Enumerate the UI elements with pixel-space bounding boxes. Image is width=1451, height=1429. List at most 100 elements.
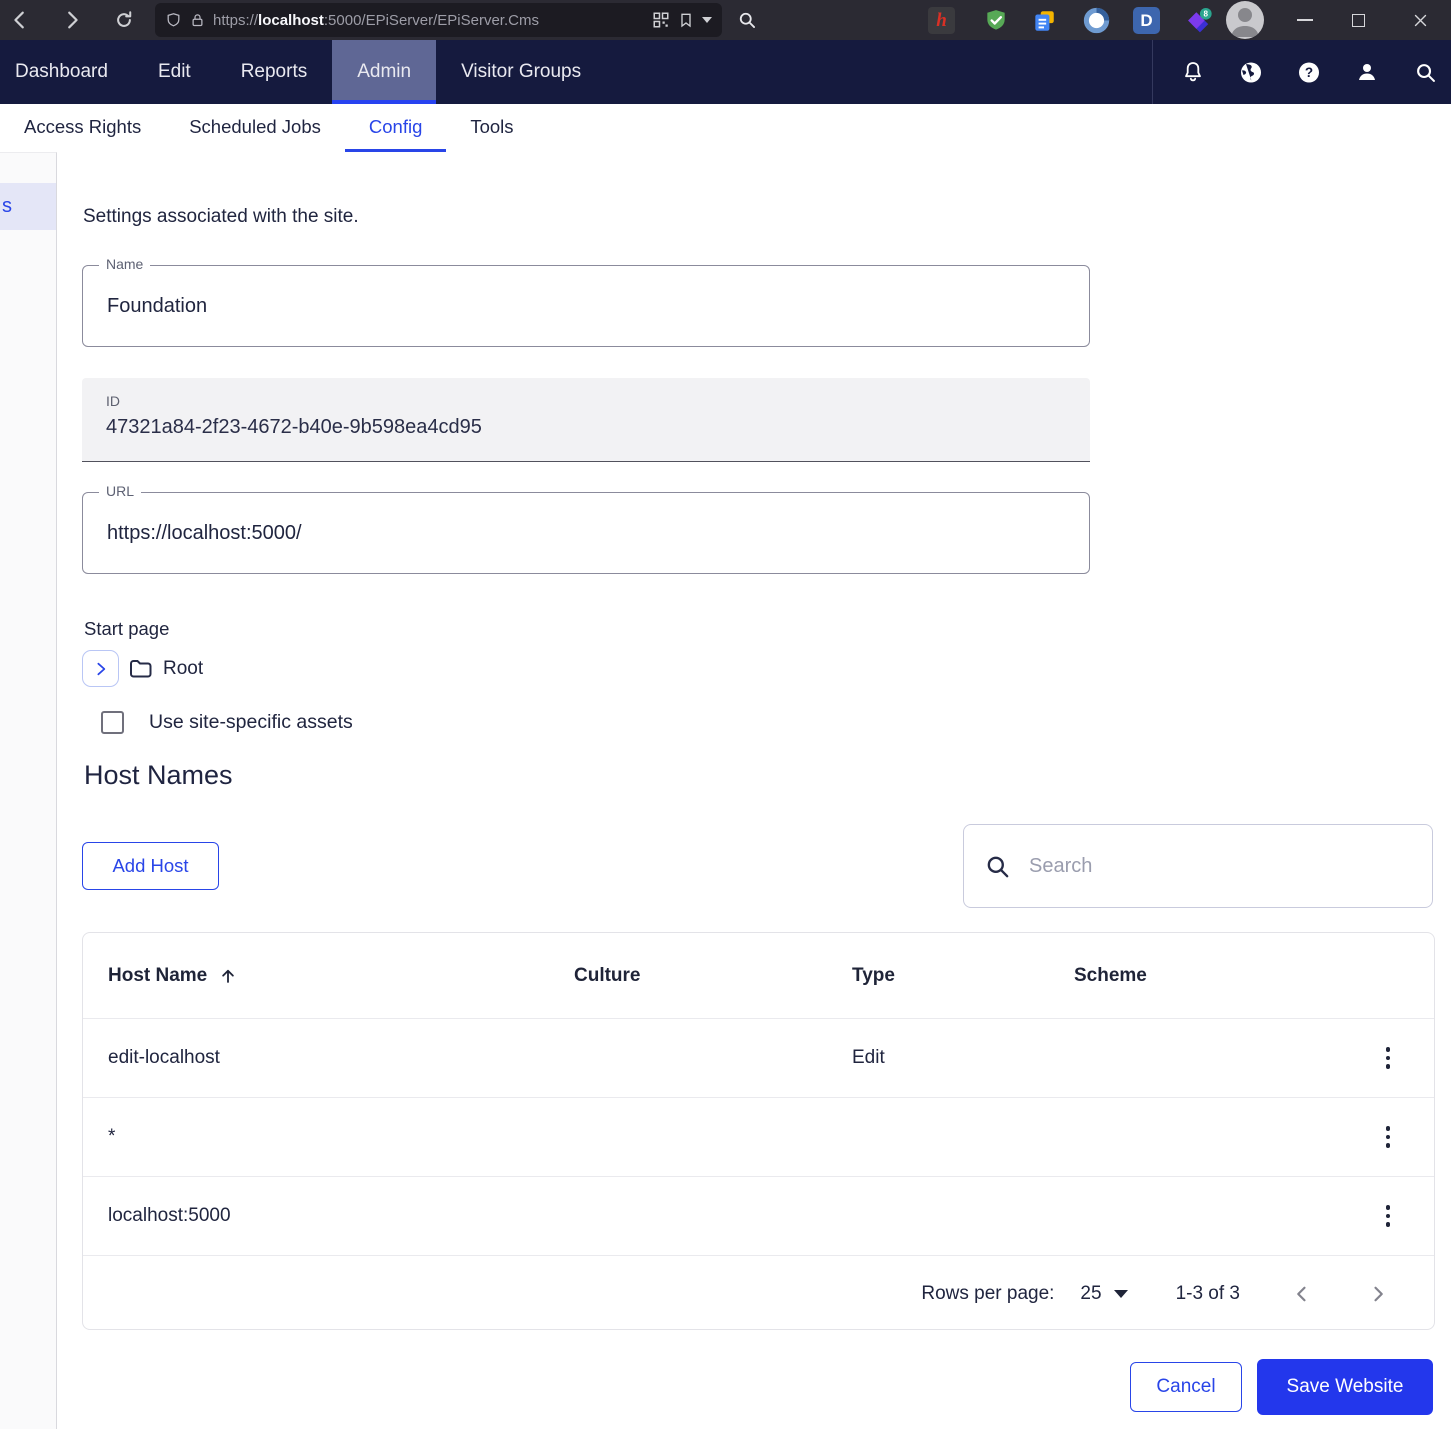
pagination-range: 1-3 of 3 <box>1175 1282 1240 1304</box>
name-field[interactable]: Name <box>82 256 1090 347</box>
start-page-label: Start page <box>84 618 170 639</box>
tab-label: Scheduled Jobs <box>189 115 321 137</box>
nav-utility-icons: ? <box>1152 40 1451 104</box>
browser-reload-button[interactable] <box>112 8 136 32</box>
profile-avatar[interactable] <box>1226 1 1264 39</box>
tab-label: Tools <box>470 115 514 137</box>
sort-ascending-icon <box>219 967 237 985</box>
save-website-button[interactable]: Save Website <box>1257 1359 1433 1415</box>
nav-item-visitor-groups[interactable]: Visitor Groups <box>436 40 606 104</box>
column-label: Host Name <box>108 964 208 986</box>
window-close-button[interactable] <box>1400 0 1440 40</box>
row-actions-kebab-icon[interactable] <box>1382 1043 1395 1073</box>
extension-shield-icon[interactable] <box>982 7 1009 34</box>
app-window: https://localhost:5000/EPiServer/EPiServ… <box>0 0 1451 1429</box>
host-names-heading: Host Names <box>84 760 233 790</box>
site-assets-checkbox-label: Use site-specific assets <box>149 711 353 733</box>
settings-intro-text: Settings associated with the site. <box>83 206 359 227</box>
tab-label: Config <box>368 115 423 137</box>
nav-label: Admin <box>357 61 412 82</box>
sidebar-item-label: s <box>2 195 12 217</box>
svg-text:?: ? <box>1305 65 1313 80</box>
start-page-node[interactable]: Root <box>82 650 203 687</box>
nav-item-edit[interactable]: Edit <box>133 40 216 104</box>
column-header-scheme[interactable]: Scheme <box>1074 965 1301 987</box>
nav-label: Reports <box>240 61 308 82</box>
rows-per-page-label: Rows per page: <box>921 1282 1055 1304</box>
column-header-host-name[interactable]: Host Name <box>83 965 574 987</box>
host-search-input[interactable] <box>1029 854 1412 878</box>
extension-h-icon[interactable]: h <box>928 7 955 34</box>
host-name-cell: edit-localhost <box>108 1047 220 1068</box>
table-pagination: Rows per page: 25 1-3 of 3 <box>83 1255 1434 1331</box>
notifications-bell-icon[interactable] <box>1181 60 1205 84</box>
sidebar: s <box>0 152 57 1429</box>
badge-count: 8 <box>1204 9 1209 18</box>
browser-toolbar: https://localhost:5000/EPiServer/EPiServ… <box>0 0 1451 40</box>
search-icon <box>984 853 1011 880</box>
host-names-table: Host Name Culture Type Scheme edit-local… <box>82 932 1435 1330</box>
browser-back-button[interactable] <box>8 8 32 32</box>
table-row: localhost:5000 <box>83 1176 1434 1255</box>
column-header-culture[interactable]: Culture <box>574 965 852 987</box>
nav-item-dashboard[interactable]: Dashboard <box>0 40 133 104</box>
language-globe-icon[interactable] <box>1239 60 1263 84</box>
id-field: ID 47321a84-2f23-4672-b40e-9b598ea4cd95 <box>82 378 1090 462</box>
admin-search-icon[interactable] <box>1413 60 1437 84</box>
id-field-label: ID <box>106 393 120 409</box>
site-assets-row: Use site-specific assets <box>101 711 353 734</box>
id-field-value: 47321a84-2f23-4672-b40e-9b598ea4cd95 <box>106 416 482 438</box>
host-name-cell: localhost:5000 <box>108 1205 231 1226</box>
lock-icon[interactable] <box>190 13 205 28</box>
column-header-type[interactable]: Type <box>852 965 1074 987</box>
tab-scheduled-jobs[interactable]: Scheduled Jobs <box>165 104 345 152</box>
qr-code-icon[interactable] <box>652 11 670 29</box>
browser-forward-button[interactable] <box>60 8 84 32</box>
cancel-button[interactable]: Cancel <box>1130 1362 1242 1412</box>
url-text: https://localhost:5000/EPiServer/EPiServ… <box>213 11 539 29</box>
url-input[interactable] <box>107 493 1057 573</box>
row-actions-kebab-icon[interactable] <box>1382 1122 1395 1152</box>
extension-d-icon[interactable]: D <box>1133 7 1160 34</box>
url-bar[interactable]: https://localhost:5000/EPiServer/EPiServ… <box>155 3 722 37</box>
tab-config[interactable]: Config <box>344 104 447 152</box>
urlbar-dropdown-caret[interactable] <box>702 17 712 23</box>
tab-tools[interactable]: Tools <box>446 104 537 152</box>
start-page-node-label: Root <box>163 657 204 679</box>
primary-navigation: Dashboard Edit Reports Admin Visitor Gro… <box>0 40 1451 104</box>
tab-label: Access Rights <box>24 115 142 137</box>
admin-tab-bar: Access Rights Scheduled Jobs Config Tool… <box>0 104 1451 152</box>
table-header-row: Host Name Culture Type Scheme <box>83 933 1434 1018</box>
next-page-button[interactable] <box>1364 1280 1392 1308</box>
nav-label: Dashboard <box>15 61 108 82</box>
url-field[interactable]: URL <box>82 483 1090 574</box>
rows-per-page-value[interactable]: 25 <box>1080 1283 1101 1305</box>
name-input[interactable] <box>107 266 1057 346</box>
config-panel: Settings associated with the site. Name … <box>57 152 1451 1429</box>
help-icon[interactable]: ? <box>1297 60 1321 84</box>
previous-page-button[interactable] <box>1288 1280 1316 1308</box>
expand-chevron-button[interactable] <box>82 650 119 687</box>
nav-item-admin[interactable]: Admin <box>332 40 437 104</box>
table-row: * <box>83 1097 1434 1176</box>
host-name-cell: * <box>108 1126 116 1147</box>
user-profile-icon[interactable] <box>1355 60 1379 84</box>
extension-docs-icon[interactable] <box>1030 7 1057 34</box>
site-assets-checkbox[interactable] <box>101 711 124 734</box>
folder-icon <box>129 659 153 679</box>
row-actions-kebab-icon[interactable] <box>1382 1201 1395 1231</box>
rows-per-page-dropdown-caret[interactable] <box>1113 1289 1128 1298</box>
bookmark-icon[interactable] <box>678 11 694 29</box>
extension-purple-badge-icon[interactable]: 8 <box>1186 7 1213 34</box>
browser-search-icon[interactable] <box>735 8 759 32</box>
extension-swirl-icon[interactable] <box>1083 7 1110 34</box>
shield-permissions-icon[interactable] <box>165 12 182 29</box>
tab-access-rights[interactable]: Access Rights <box>0 104 165 152</box>
window-minimize-button[interactable] <box>1285 0 1325 40</box>
nav-item-reports[interactable]: Reports <box>216 40 333 104</box>
window-maximize-button[interactable] <box>1338 0 1378 40</box>
sidebar-item-selected[interactable]: s <box>0 183 56 230</box>
table-row: edit-localhost Edit <box>83 1018 1434 1097</box>
host-search-field[interactable] <box>963 824 1433 908</box>
add-host-button[interactable]: Add Host <box>82 842 219 890</box>
